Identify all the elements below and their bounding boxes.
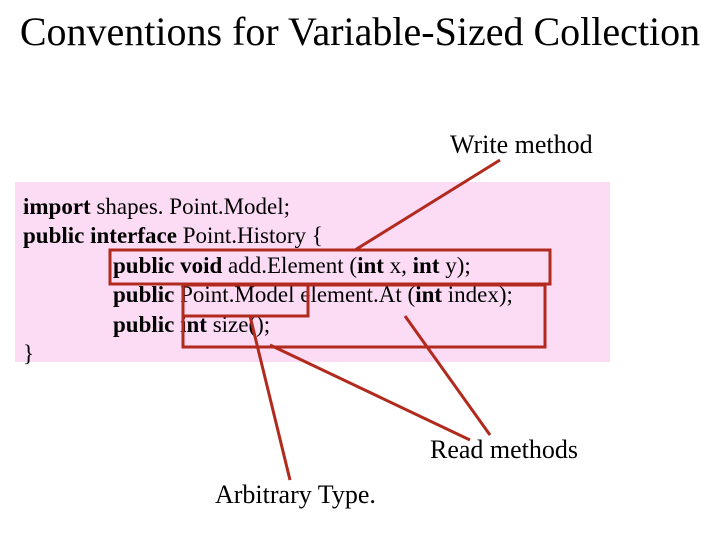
slide-title: Conventions for Variable-Sized Collectio… xyxy=(0,10,720,54)
interface-text: Point.History { xyxy=(177,223,323,248)
keyword-public-void: public void xyxy=(113,253,222,278)
keyword-int-x: int xyxy=(357,253,384,278)
elementat-name: Point.Model element.At ( xyxy=(174,282,415,307)
param-y: y); xyxy=(440,253,471,278)
keyword-public-interface: public interface xyxy=(23,223,177,248)
code-line-import: import shapes. Point.Model; xyxy=(23,192,602,221)
code-line-close: } xyxy=(23,339,602,368)
import-text: shapes. Point.Model; xyxy=(91,194,290,219)
addelement-name: add.Element ( xyxy=(222,253,357,278)
code-line-addelement: public void add.Element (int x, int y); xyxy=(23,251,602,280)
code-line-interface: public interface Point.History { xyxy=(23,221,602,250)
read-methods-label: Read methods xyxy=(430,435,578,465)
keyword-public: public xyxy=(113,282,174,307)
code-line-size: public int size(); xyxy=(23,310,602,339)
code-block: import shapes. Point.Model; public inter… xyxy=(15,182,610,362)
write-method-label: Write method xyxy=(450,130,593,160)
param-index: index); xyxy=(442,282,513,307)
code-line-elementat: public Point.Model element.At (int index… xyxy=(23,280,602,309)
size-name: size(); xyxy=(207,312,270,337)
keyword-int-y: int xyxy=(413,253,440,278)
param-x: x, xyxy=(384,253,413,278)
keyword-public-int: public int xyxy=(113,312,207,337)
keyword-import: import xyxy=(23,194,91,219)
arbitrary-type-label: Arbitrary Type. xyxy=(215,480,376,510)
keyword-int-index: int xyxy=(415,282,442,307)
